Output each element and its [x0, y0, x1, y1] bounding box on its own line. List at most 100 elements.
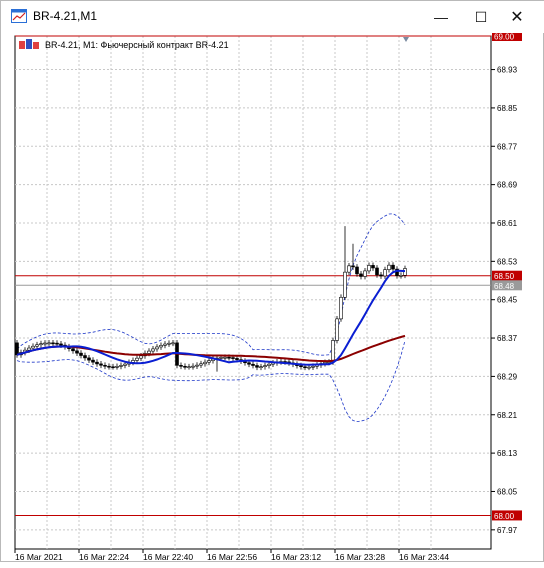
candle-body	[87, 357, 91, 361]
candle-body	[95, 361, 99, 365]
price-axis[interactable]: 68.93 68.85 68.77 68.69 68.61 68.53 68.45 68.37…	[491, 66, 518, 535]
minimize-icon: —	[434, 9, 448, 25]
candle-body	[199, 363, 203, 366]
plot-frame	[14, 35, 492, 550]
candle-body	[363, 270, 367, 277]
candle-body	[207, 360, 211, 363]
candle-body	[307, 366, 311, 369]
minimize-button[interactable]: —	[425, 5, 457, 29]
candle-body	[171, 342, 175, 345]
candle-body	[263, 365, 267, 367]
candle-body	[339, 296, 343, 320]
x-tick-label: 16 Mar 23:44	[399, 552, 449, 562]
close-icon: ✕	[510, 9, 524, 26]
y-tick-label: 67.97	[497, 526, 518, 535]
candle-body	[115, 366, 119, 368]
close-button[interactable]: ✕	[501, 5, 533, 29]
x-tick-label: 16 Mar 22:56	[207, 552, 257, 562]
candle-body	[351, 265, 355, 268]
candle-body	[139, 355, 143, 359]
x-tick-label: 16 Mar 2021	[15, 552, 63, 562]
candle-body	[51, 342, 55, 345]
candle-body	[59, 343, 63, 346]
y-tick-label: 68.13	[497, 449, 518, 458]
y-tick-label: 68.45	[497, 296, 518, 305]
candle-body	[311, 365, 315, 368]
candle-body	[299, 365, 303, 368]
y-tick-label: 68.05	[497, 487, 518, 496]
candle-body	[35, 344, 39, 347]
candle-body	[43, 342, 47, 345]
candle-body	[375, 267, 379, 276]
candle-body	[71, 348, 75, 352]
candle-body	[195, 364, 199, 367]
candle-body	[151, 348, 155, 352]
candle-body	[223, 356, 227, 359]
candle-body	[55, 342, 59, 345]
y-tick-label: 68.93	[497, 66, 518, 75]
candle-body	[191, 365, 195, 368]
current-price-label: 68.48	[494, 282, 515, 291]
y-tick-label: 68.37	[497, 334, 518, 343]
candle-body	[347, 265, 351, 273]
title-bar[interactable]: BR-4.21,M1 — ☐ ✕	[1, 1, 544, 33]
candle-body	[31, 345, 35, 349]
chart-area[interactable]: 69.00 68.50 68.00 68.48 68.93 68.85 68.77 68.6…	[1, 31, 544, 563]
candle-body	[27, 347, 31, 351]
price-level-label: 69.00	[494, 33, 515, 42]
candle-body	[391, 264, 395, 270]
candle-body	[251, 363, 255, 366]
y-tick-label: 68.53	[497, 257, 518, 266]
y-tick-label: 68.69	[497, 181, 518, 190]
candle-body	[79, 352, 83, 356]
candle-body	[47, 342, 51, 345]
candle-body	[383, 269, 387, 277]
candle-body	[107, 365, 111, 368]
y-tick-label: 68.21	[497, 411, 518, 420]
candle-body	[111, 366, 115, 369]
candle-body	[331, 340, 335, 363]
candle-body	[91, 359, 95, 363]
candle-body	[235, 358, 239, 360]
candle-body	[187, 366, 191, 369]
y-tick-label: 68.61	[497, 219, 518, 228]
candle-body	[155, 346, 159, 350]
candle-body	[343, 271, 347, 298]
price-chart[interactable]: 69.00 68.50 68.00 68.48 68.93 68.85 68.77 68.6…	[1, 31, 544, 563]
candle-body	[183, 365, 187, 368]
chart-window-icon	[11, 9, 27, 23]
y-tick-label: 68.85	[497, 104, 518, 113]
candle-body	[163, 343, 167, 346]
price-level-label: 68.50	[494, 272, 515, 281]
price-level-label: 68.00	[494, 512, 515, 521]
candle-body	[135, 357, 139, 361]
candle-body	[227, 356, 231, 359]
candle-body	[103, 364, 107, 367]
candle-body	[159, 345, 163, 348]
x-tick-label: 16 Mar 23:12	[271, 552, 321, 562]
candle-body	[359, 273, 363, 277]
candle-body	[15, 342, 19, 356]
candle-body	[267, 363, 271, 366]
candle-body	[167, 342, 171, 345]
candle-body	[119, 365, 123, 367]
candle-body	[123, 363, 127, 366]
chart-window: BR-4.21,M1 — ☐ ✕ 69.00 68.50 68.00 68.48 68…	[0, 0, 544, 562]
time-axis[interactable]: 16 Mar 2021 16 Mar 22:24 16 Mar 22:40 16 Ma…	[14, 549, 449, 562]
candle-body	[231, 357, 235, 359]
candle-body	[335, 318, 339, 341]
candle-body	[203, 361, 207, 365]
candle-body	[255, 365, 259, 368]
candle-body	[303, 366, 307, 369]
maximize-button[interactable]: ☐	[465, 5, 497, 29]
window-title: BR-4.21,M1	[33, 9, 98, 23]
candle-body	[179, 365, 183, 367]
candle-body	[247, 362, 251, 365]
candle-body	[367, 265, 371, 272]
chart-header: BR-4.21, M1: Фьючерсный контракт BR-4.21	[19, 39, 229, 50]
maximize-icon: ☐	[474, 8, 488, 25]
candle-body	[259, 366, 263, 368]
candle-body	[387, 264, 391, 270]
candle-body	[219, 357, 223, 359]
candle-body	[399, 274, 403, 277]
